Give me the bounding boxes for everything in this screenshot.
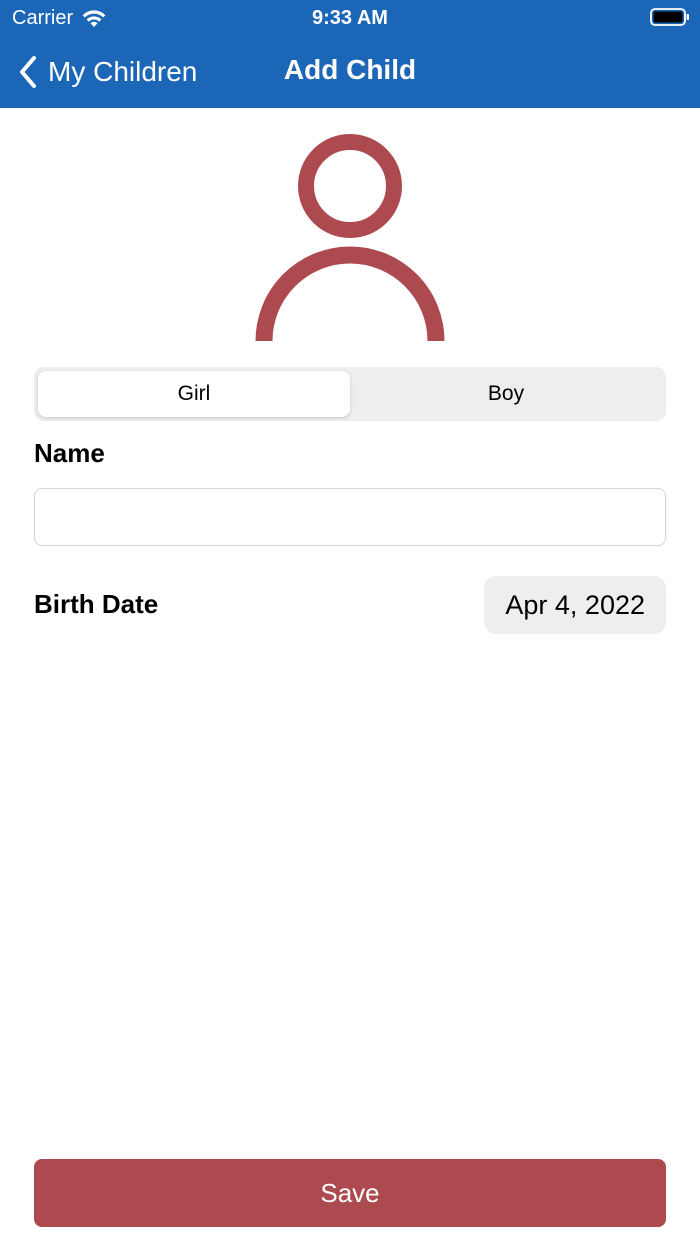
add-child-screen: Carrier 9:33 AM My Children Add Child Gi… bbox=[0, 0, 700, 1244]
person-icon[interactable] bbox=[250, 128, 450, 344]
gender-segmented-control: Girl Boy bbox=[34, 367, 666, 421]
chevron-left-icon bbox=[20, 56, 36, 88]
segment-girl[interactable]: Girl bbox=[38, 371, 350, 417]
segment-boy[interactable]: Boy bbox=[350, 371, 662, 417]
back-button[interactable]: My Children bbox=[18, 52, 197, 92]
birth-date-label: Birth Date bbox=[34, 589, 159, 619]
save-button[interactable]: Save bbox=[34, 1159, 666, 1227]
birth-date-picker[interactable]: Apr 4, 2022 bbox=[484, 576, 666, 634]
name-input[interactable] bbox=[34, 488, 666, 546]
back-button-label: My Children bbox=[48, 56, 198, 87]
name-label: Name bbox=[34, 438, 105, 468]
battery-icon bbox=[650, 8, 689, 26]
navigation-header: Carrier 9:33 AM My Children Add Child bbox=[0, 0, 700, 108]
status-time: 9:33 AM bbox=[312, 7, 388, 29]
